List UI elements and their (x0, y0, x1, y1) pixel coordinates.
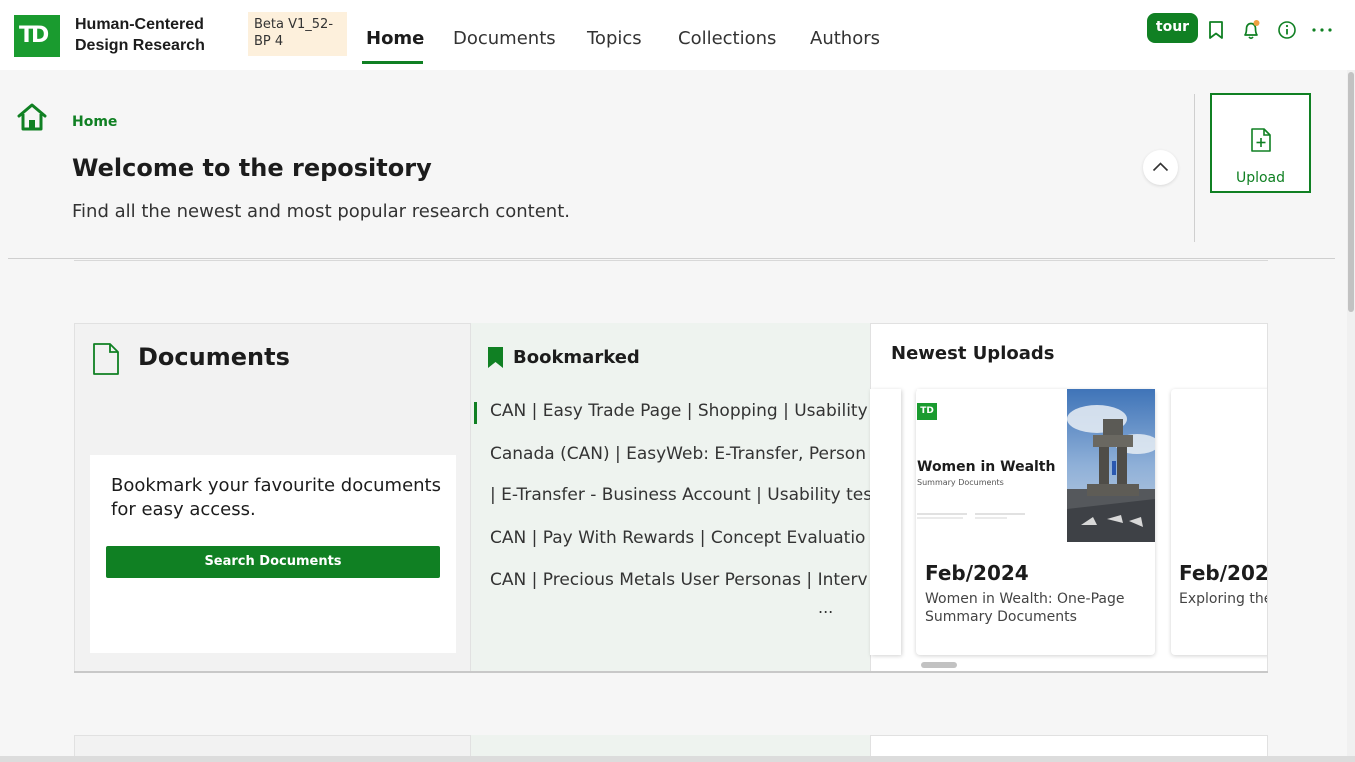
bookmark-icon[interactable] (1205, 19, 1227, 41)
nav-collections[interactable]: Collections (678, 28, 776, 49)
upload-date: Feb/2024 (1179, 561, 1267, 585)
bookmarked-item[interactable]: Canada (CAN) | EasyWeb: E-Transfer, Pers… (490, 444, 866, 464)
page-scrollbar-thumb[interactable] (1348, 72, 1354, 312)
bookmarked-more[interactable]: ... (818, 598, 833, 617)
home-icon (17, 103, 47, 131)
notification-dot (1253, 20, 1260, 26)
file-add-icon (1251, 128, 1271, 152)
collapse-button[interactable] (1143, 150, 1178, 185)
document-icon (93, 343, 119, 375)
nav-active-indicator (362, 61, 423, 64)
page-subtitle: Find all the newest and most popular res… (72, 201, 570, 222)
upload-label: Upload (1235, 170, 1286, 186)
bookmarked-item[interactable]: CAN | Precious Metals User Personas | In… (490, 570, 868, 590)
bookmarked-item[interactable]: CAN | Easy Trade Page | Shopping | Usabi… (490, 401, 868, 421)
info-icon[interactable] (1276, 19, 1298, 41)
upload-button[interactable]: Upload (1210, 93, 1311, 193)
tour-button[interactable]: tour (1147, 13, 1198, 43)
breadcrumb-home[interactable]: Home (72, 114, 117, 130)
bell-icon[interactable] (1240, 19, 1262, 41)
search-documents-button[interactable]: Search Documents (106, 546, 440, 578)
app-title[interactable]: Human-Centered Design Research (75, 14, 205, 56)
header-divider (1194, 94, 1195, 242)
upload-description: Exploring the (1179, 591, 1267, 607)
nav-home[interactable]: Home (366, 28, 424, 49)
section-divider-inner (74, 260, 1268, 261)
chevron-up-icon (1152, 162, 1169, 172)
upload-carousel-clip: Feb/2024 Exploring the (870, 323, 1267, 671)
version-line1: Beta V1_52- (254, 17, 334, 32)
cards-bottom-border (74, 671, 1268, 673)
documents-empty-message: Bookmark your favourite documents for ea… (111, 475, 441, 520)
upload-card[interactable] (1171, 389, 1267, 655)
version-line2: BP 4 (254, 34, 284, 49)
carousel-scrollbar-thumb[interactable] (921, 662, 957, 668)
more-icon[interactable] (1311, 19, 1333, 41)
app-title-line1: Human-Centered (75, 16, 204, 33)
nav-documents[interactable]: Documents (453, 28, 556, 49)
version-badge: Beta V1_52- BP 4 (248, 12, 347, 56)
nav-authors[interactable]: Authors (810, 28, 880, 49)
horizontal-scrollbar-track[interactable] (0, 756, 1355, 762)
nav-topics[interactable]: Topics (587, 28, 642, 49)
bookmarked-item[interactable]: CAN | Pay With Rewards | Concept Evaluat… (490, 528, 865, 548)
logo-text: TD (19, 23, 49, 48)
section-divider (8, 258, 1335, 259)
bookmarked-item[interactable]: | E-Transfer - Business Account | Usabil… (490, 485, 870, 505)
page-title: Welcome to the repository (72, 154, 432, 182)
bookmarked-list: CAN | Easy Trade Page | Shopping | Usabi… (471, 323, 870, 672)
td-logo[interactable]: TD (14, 15, 60, 57)
documents-card-title: Documents (138, 343, 290, 371)
app-title-line2: Design Research (75, 37, 205, 54)
